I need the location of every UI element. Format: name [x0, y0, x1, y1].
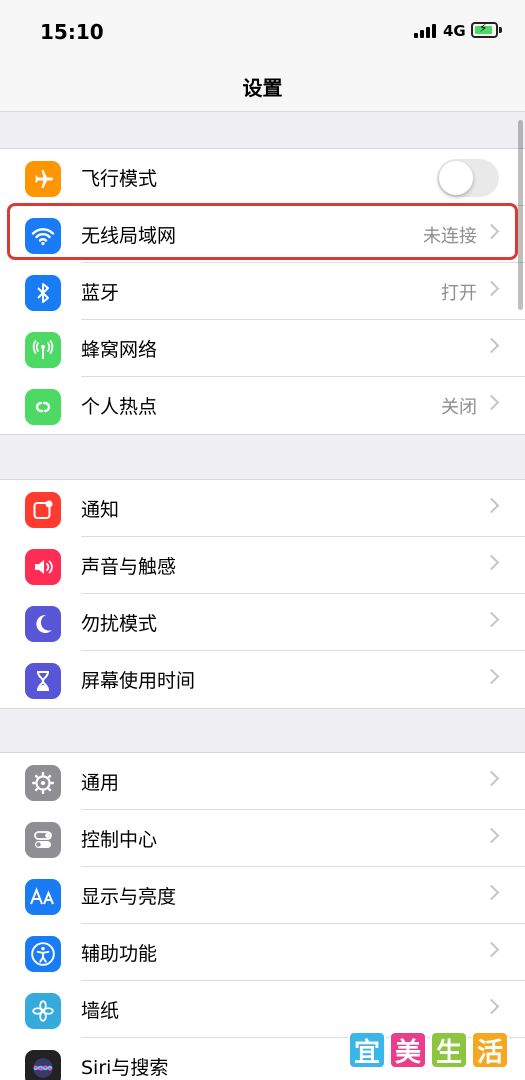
chevron-right-icon — [483, 827, 500, 844]
settings-group-notifications: 通知 声音与触感 勿扰模式 屏幕使用时间 — [0, 479, 525, 709]
chevron-right-icon — [483, 394, 500, 411]
row-notifications[interactable]: 通知 — [0, 480, 525, 537]
flower-icon — [25, 993, 61, 1029]
watermark-char: 美 — [389, 1031, 427, 1069]
row-label: 控制中心 — [81, 829, 158, 851]
hotspot-icon — [25, 389, 61, 425]
chevron-right-icon — [483, 337, 500, 354]
status-bar: 15:10 4G ⚡ — [0, 0, 525, 62]
airplane-icon — [25, 161, 61, 197]
status-time: 15:10 — [40, 20, 104, 44]
row-general[interactable]: 通用 — [0, 753, 525, 810]
row-label: 蜂窝网络 — [81, 339, 158, 361]
row-label: 墙纸 — [81, 1000, 120, 1022]
chevron-right-icon — [483, 668, 500, 685]
row-cellular[interactable]: 蜂窝网络 — [0, 320, 525, 377]
chevron-right-icon — [483, 611, 500, 628]
aa-icon — [25, 879, 61, 915]
sound-icon — [25, 549, 61, 585]
chevron-right-icon — [483, 998, 500, 1015]
row-sounds-haptics[interactable]: 声音与触感 — [0, 537, 525, 594]
row-label: 辅助功能 — [81, 943, 158, 965]
chevron-right-icon — [483, 941, 500, 958]
row-accessibility[interactable]: 辅助功能 — [0, 924, 525, 981]
notifications-icon — [25, 492, 61, 528]
accessibility-icon — [25, 936, 61, 972]
row-label: Siri与搜索 — [81, 1057, 169, 1079]
watermark-char: 生 — [430, 1031, 468, 1069]
watermark-char: 活 — [471, 1031, 509, 1069]
page-title: 设置 — [242, 76, 283, 100]
bluetooth-icon — [25, 275, 61, 311]
nav-bar: 设置 — [0, 62, 525, 112]
settings-group-connectivity: 飞行模式 无线局域网 未连接 蓝牙 打开 蜂窝网络 个人热点 关闭 — [0, 148, 525, 435]
battery-icon: ⚡ — [471, 21, 502, 38]
row-personal-hotspot[interactable]: 个人热点 关闭 — [0, 377, 525, 434]
chevron-right-icon — [483, 884, 500, 901]
row-control-center[interactable]: 控制中心 — [0, 810, 525, 867]
row-label: 勿扰模式 — [81, 613, 158, 635]
row-label: 蓝牙 — [81, 282, 120, 304]
row-label: 飞行模式 — [81, 168, 158, 190]
siri-icon — [25, 1050, 61, 1080]
row-label: 显示与亮度 — [81, 886, 177, 908]
row-label: 屏幕使用时间 — [81, 670, 196, 692]
bluetooth-status: 打开 — [441, 283, 477, 304]
hourglass-icon — [25, 663, 61, 699]
watermark-char: 宜 — [348, 1031, 386, 1069]
cellular-icon — [25, 332, 61, 368]
wifi-highlight-frame — [7, 203, 518, 260]
row-label: 个人热点 — [81, 396, 158, 418]
row-bluetooth[interactable]: 蓝牙 打开 — [0, 263, 525, 320]
row-display-brightness[interactable]: 显示与亮度 — [0, 867, 525, 924]
row-label: 声音与触感 — [81, 556, 177, 578]
row-screen-time[interactable]: 屏幕使用时间 — [0, 651, 525, 708]
row-label: 通用 — [81, 772, 120, 794]
row-do-not-disturb[interactable]: 勿扰模式 — [0, 594, 525, 651]
chevron-right-icon — [483, 554, 500, 571]
row-wallpaper[interactable]: 墙纸 — [0, 981, 525, 1038]
row-label: 通知 — [81, 499, 120, 521]
chevron-right-icon — [483, 280, 500, 297]
moon-icon — [25, 606, 61, 642]
switches-icon — [25, 822, 61, 858]
hotspot-status: 关闭 — [441, 397, 477, 418]
airplane-mode-toggle[interactable] — [437, 159, 499, 197]
row-airplane-mode[interactable]: 飞行模式 — [0, 149, 525, 206]
network-type: 4G — [443, 22, 466, 40]
signal-icon — [414, 24, 438, 38]
gear-icon — [25, 765, 61, 801]
scrollbar[interactable] — [518, 120, 523, 310]
chevron-right-icon — [483, 497, 500, 514]
chevron-right-icon — [483, 770, 500, 787]
